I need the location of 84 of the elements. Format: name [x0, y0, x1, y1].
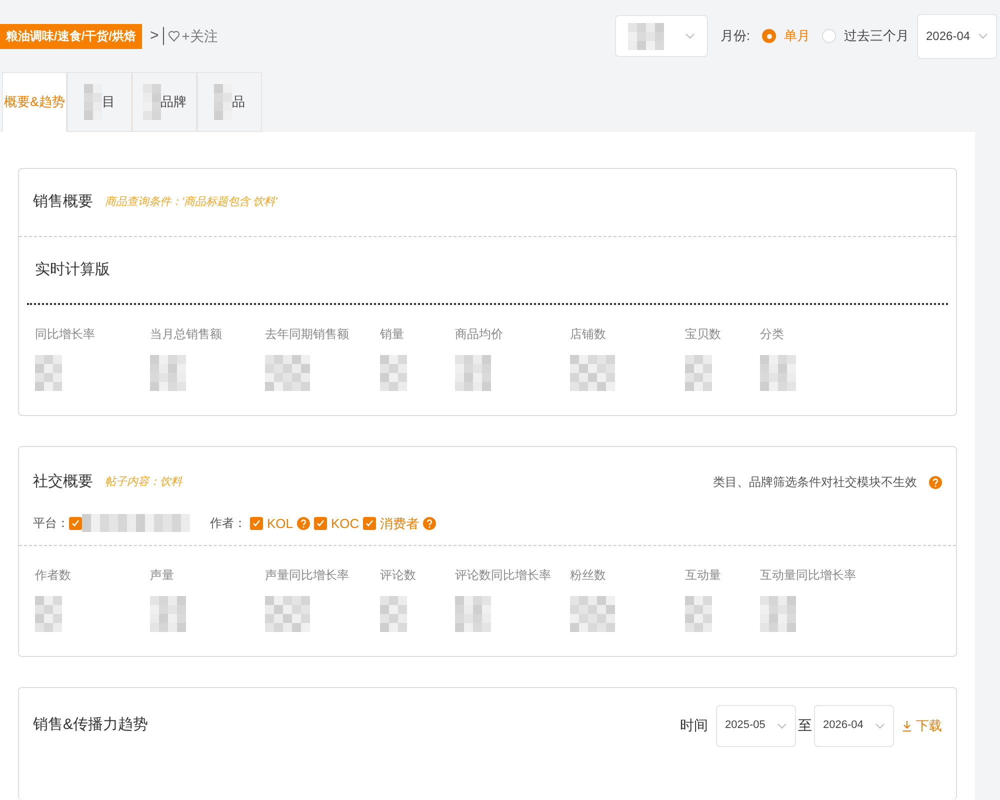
tab[interactable]: 品 — [197, 72, 262, 132]
blurred-value — [760, 355, 796, 391]
month-select[interactable]: 2026-04 — [917, 14, 997, 58]
check-icon — [71, 518, 80, 528]
time-label: 时间 — [680, 716, 708, 735]
chevron-down-icon — [685, 33, 696, 39]
breadcrumb-separator: > — [150, 26, 159, 46]
chevron-down-icon — [978, 33, 988, 39]
follow-link[interactable]: +关注 — [182, 26, 218, 46]
blurred-value — [685, 596, 712, 632]
blurred-value — [570, 596, 615, 632]
tab[interactable]: 概要&趋势 — [2, 72, 67, 132]
blurred-value — [760, 596, 796, 632]
range-separator: 至 — [798, 716, 812, 735]
blurred-value — [35, 596, 62, 632]
select-field[interactable] — [615, 15, 708, 57]
category-tag[interactable]: 粮油调味/速食/干货/烘焙 — [0, 24, 142, 48]
query-condition: 帖子内容：饮料 — [105, 474, 182, 490]
metric-label: 分类 — [760, 326, 785, 343]
query-condition: 商品查询条件：'商品标题包含 饮料' — [105, 194, 278, 210]
blurred-value — [455, 355, 491, 391]
radio-label[interactable]: 过去三个月 — [844, 26, 909, 46]
metric-label: 声量同比增长率 — [265, 567, 350, 584]
scope-note: 类目、品牌筛选条件对社交模块不生效 — [713, 474, 917, 492]
card-title: 销售概要 — [33, 192, 93, 212]
help-icon[interactable] — [297, 516, 310, 530]
metric-label: 作者数 — [35, 567, 72, 584]
blurred-value — [142, 84, 160, 120]
download-icon — [902, 720, 912, 732]
author-option[interactable]: 消费者 — [380, 514, 420, 533]
author-option[interactable]: KOL — [267, 514, 294, 533]
metric-label: 商品均价 — [455, 326, 504, 343]
help-icon[interactable] — [929, 476, 942, 489]
blurred-value — [214, 84, 232, 120]
month-label: 月份: — [720, 27, 750, 46]
metric-label: 当月总销售额 — [150, 326, 223, 343]
metric-label: 去年同期销售额 — [265, 326, 350, 343]
radio-button[interactable] — [822, 29, 836, 43]
blurred-value — [570, 355, 615, 391]
metric-label: 销量 — [380, 326, 405, 343]
blurred-value — [265, 596, 310, 632]
checkbox[interactable] — [250, 516, 263, 530]
metric-label: 互动量同比增长率 — [760, 567, 857, 584]
checkbox[interactable] — [363, 516, 376, 530]
card-title: 销售&传播力趋势 — [33, 715, 148, 736]
metric-label: 宝贝数 — [685, 326, 722, 343]
end-month-select[interactable]: 2026-04 — [814, 704, 894, 746]
metric-label: 评论数 — [380, 567, 417, 584]
start-month-select[interactable]: 2025-05 — [716, 704, 796, 746]
metric-label: 评论数同比增长率 — [455, 567, 552, 584]
checkbox[interactable] — [69, 516, 82, 530]
blurred-value — [150, 355, 186, 391]
radio-button[interactable] — [762, 29, 776, 43]
chevron-down-icon — [875, 722, 885, 728]
metric-label: 声量 — [150, 567, 175, 584]
author-option[interactable]: KOC — [331, 514, 360, 533]
check-icon — [316, 518, 326, 528]
radio-label[interactable]: 单月 — [784, 26, 810, 46]
checkbox[interactable] — [314, 516, 328, 530]
blurred-value — [35, 355, 62, 391]
metric-label: 粉丝数 — [570, 567, 607, 584]
chevron-down-icon — [777, 722, 787, 728]
tab[interactable]: 品牌 — [132, 72, 197, 132]
section-subtitle: 实时计算版 — [35, 260, 110, 280]
check-icon — [252, 518, 261, 528]
help-icon[interactable] — [423, 516, 436, 530]
blurred-value — [380, 355, 407, 391]
metric-label: 店铺数 — [570, 326, 607, 343]
blurred-value — [265, 355, 310, 391]
metric-label: 互动量 — [685, 567, 722, 584]
blurred-value — [685, 355, 712, 391]
blurred-value — [455, 596, 491, 632]
blurred-value — [628, 22, 664, 50]
blurred-value — [84, 84, 102, 120]
blurred-value — [380, 596, 407, 632]
tab[interactable]: 目 — [67, 72, 132, 132]
heart-icon[interactable] — [168, 30, 180, 42]
check-icon — [365, 518, 374, 528]
card-title: 社交概要 — [33, 472, 93, 492]
metric-label: 同比增长率 — [35, 326, 96, 343]
platform-label: 平台： — [33, 515, 69, 532]
author-label: 作者： — [210, 515, 246, 532]
blurred-value — [150, 596, 186, 632]
download-button[interactable]: 下载 — [902, 716, 942, 736]
